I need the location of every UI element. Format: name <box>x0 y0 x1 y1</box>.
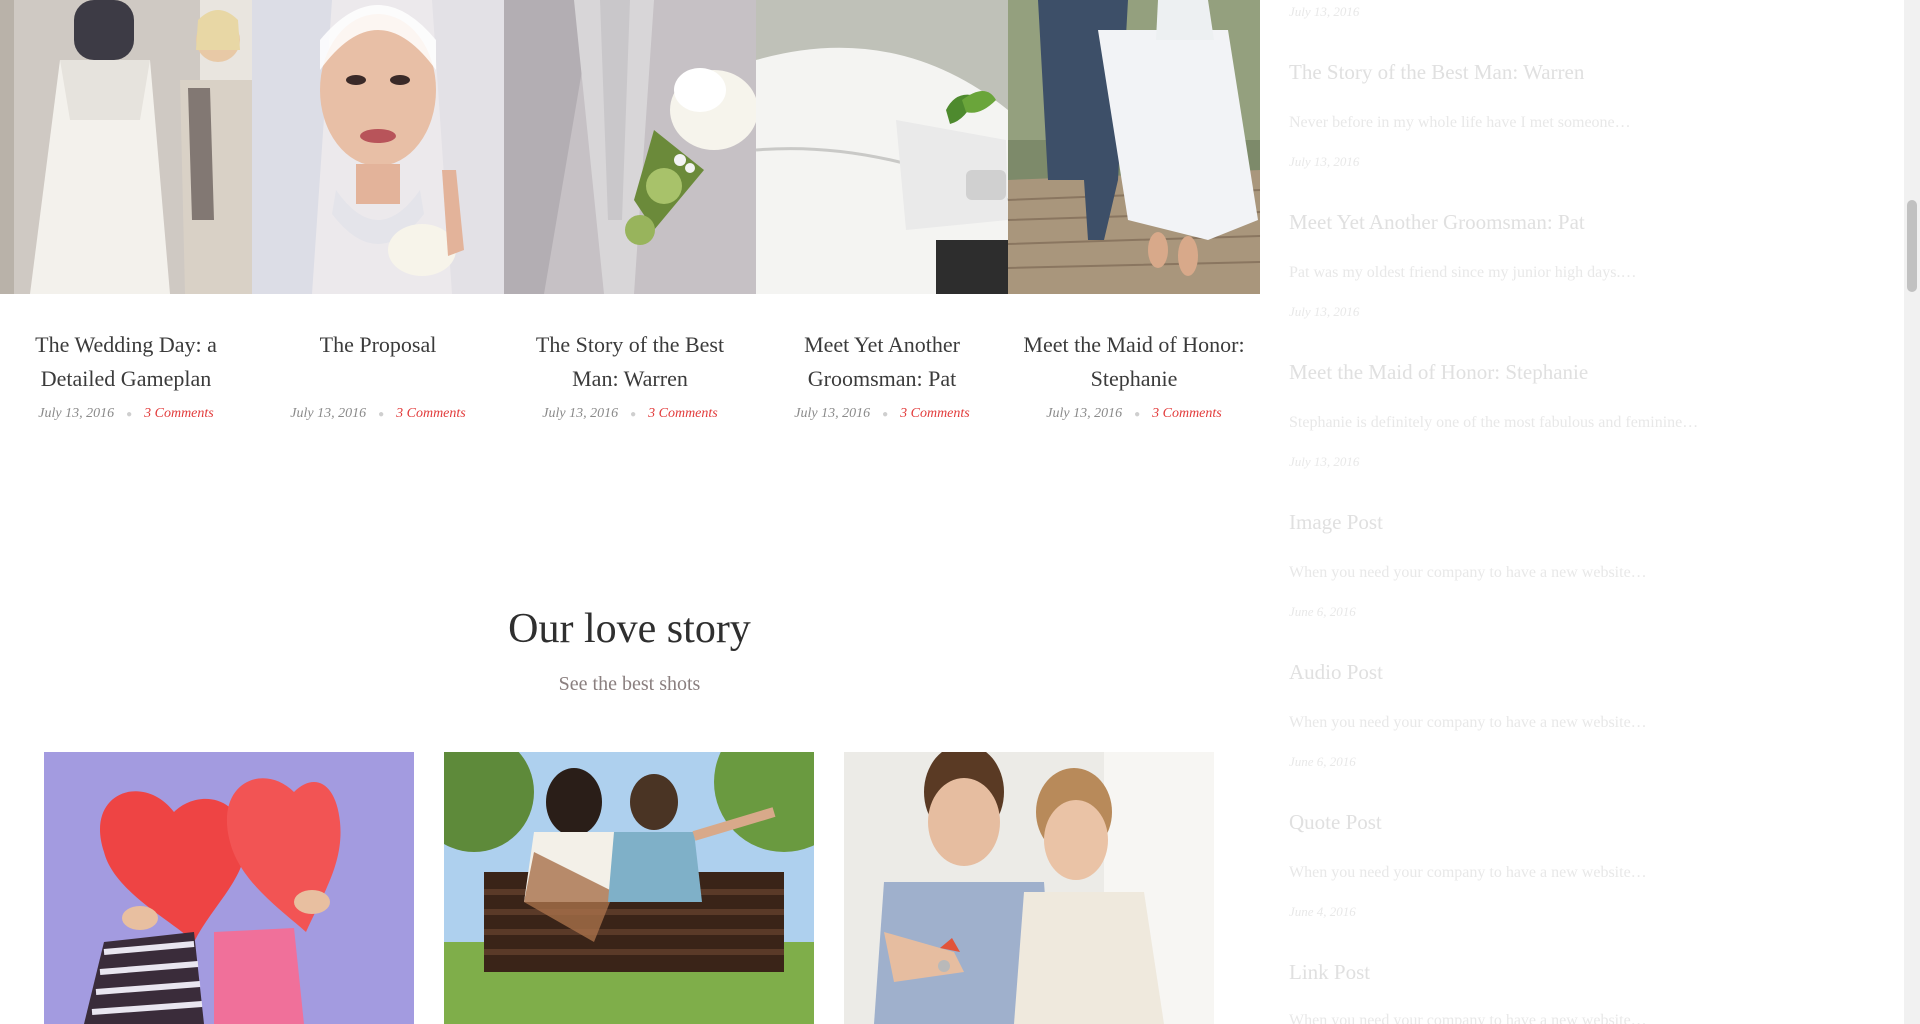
sidebar-post-excerpt: When you need your company to have a new… <box>1289 1012 1647 1024</box>
post-card-3: The Story of the Best Man: Warren July 1… <box>504 294 756 421</box>
sidebar-post-title[interactable]: Quote Post <box>1289 810 1382 835</box>
slide-image-5[interactable] <box>1008 0 1260 294</box>
sidebar-post-date: July 13, 2016 <box>1289 454 1360 469</box>
scrollbar-thumb[interactable] <box>1907 200 1917 292</box>
post-meta: July 13, 2016 ● 3 Comments <box>756 406 1008 422</box>
slide-image-2[interactable] <box>252 0 504 294</box>
post-card-5: Meet the Maid of Honor: Stephanie July 1… <box>1008 294 1260 421</box>
sidebar-post-excerpt: Stephanie is definitely one of the most … <box>1289 414 1699 431</box>
post-card-4: Meet Yet Another Groomsman: Pat July 13,… <box>756 294 1008 421</box>
sidebar-post-date: June 4, 2016 <box>1289 904 1356 919</box>
section-subtitle: See the best shots <box>558 673 701 695</box>
sidebar-post-title[interactable]: The Story of the Best Man: Warren <box>1289 60 1584 85</box>
post-comments-link[interactable]: 3 Comments <box>144 406 214 421</box>
meta-separator-dot: ● <box>1134 409 1141 420</box>
post-date[interactable]: July 13, 2016 <box>794 406 870 421</box>
sidebar-post-excerpt: When you need your company to have a new… <box>1289 864 1647 881</box>
meta-separator-dot: ● <box>126 409 133 420</box>
blog-slider <box>0 0 1260 294</box>
gallery-image-2[interactable] <box>444 752 814 1024</box>
post-date[interactable]: July 13, 2016 <box>38 406 114 421</box>
post-date[interactable]: July 13, 2016 <box>542 406 618 421</box>
sidebar-post-date: June 6, 2016 <box>1289 604 1356 619</box>
sidebar-post-excerpt: Pat was my oldest friend since my junior… <box>1289 264 1637 281</box>
section-title: Our love story <box>508 606 751 652</box>
meta-separator-dot: ● <box>882 409 889 420</box>
sidebar-post-title[interactable]: Link Post <box>1289 960 1370 985</box>
post-title-link[interactable]: The Story of the Best Man: Warren <box>518 328 742 396</box>
sidebar-post-title[interactable]: Meet Yet Another Groomsman: Pat <box>1289 210 1585 235</box>
sidebar-post-excerpt: Never before in my whole life have I met… <box>1289 114 1631 131</box>
gallery-image-3[interactable] <box>844 752 1214 1024</box>
slide-image-4[interactable] <box>756 0 1008 294</box>
sidebar-post-title[interactable]: Audio Post <box>1289 660 1383 685</box>
post-title-link[interactable]: Meet Yet Another Groomsman: Pat <box>770 328 994 396</box>
sidebar-post-title[interactable]: Meet the Maid of Honor: Stephanie <box>1289 360 1588 385</box>
sidebar-post-excerpt: When you need your company to have a new… <box>1289 564 1647 581</box>
post-comments-link[interactable]: 3 Comments <box>900 406 970 421</box>
post-card-2: The Proposal July 13, 2016 ● 3 Comments <box>252 294 504 421</box>
sidebar-post-title[interactable]: Image Post <box>1289 510 1383 535</box>
post-meta: July 13, 2016 ● 3 Comments <box>0 406 252 422</box>
post-title-link[interactable]: Meet the Maid of Honor: Stephanie <box>1022 328 1246 396</box>
post-meta: July 13, 2016 ● 3 Comments <box>252 406 504 422</box>
post-date[interactable]: July 13, 2016 <box>1046 406 1122 421</box>
post-card-1: The Wedding Day: a Detailed Gameplan Jul… <box>0 294 252 421</box>
post-comments-link[interactable]: 3 Comments <box>396 406 466 421</box>
post-title-link[interactable]: The Wedding Day: a Detailed Gameplan <box>14 328 238 396</box>
main-content: The Wedding Day: a Detailed Gameplan Jul… <box>0 0 1260 1024</box>
post-comments-link[interactable]: 3 Comments <box>1152 406 1222 421</box>
meta-separator-dot: ● <box>378 409 385 420</box>
sidebar-post-excerpt: When you need your company to have a new… <box>1289 714 1647 731</box>
sidebar-post-date: July 13, 2016 <box>1289 154 1360 169</box>
post-meta: July 13, 2016 ● 3 Comments <box>504 406 756 422</box>
sidebar-post-date: July 13, 2016 <box>1289 4 1360 19</box>
slide-image-3[interactable] <box>504 0 756 294</box>
post-date[interactable]: July 13, 2016 <box>290 406 366 421</box>
page-scrollbar[interactable] <box>1904 0 1920 1024</box>
sidebar-post-date: June 6, 2016 <box>1289 754 1356 769</box>
meta-separator-dot: ● <box>630 409 637 420</box>
post-meta: July 13, 2016 ● 3 Comments <box>1008 406 1260 422</box>
post-comments-link[interactable]: 3 Comments <box>648 406 718 421</box>
slide-image-1[interactable] <box>0 0 252 294</box>
gallery-image-1[interactable] <box>44 752 414 1024</box>
sidebar-post-date: July 13, 2016 <box>1289 304 1360 319</box>
post-title-link[interactable]: The Proposal <box>266 328 490 362</box>
recent-posts-sidebar: July 13, 2016 The Story of the Best Man:… <box>1259 0 1904 1024</box>
